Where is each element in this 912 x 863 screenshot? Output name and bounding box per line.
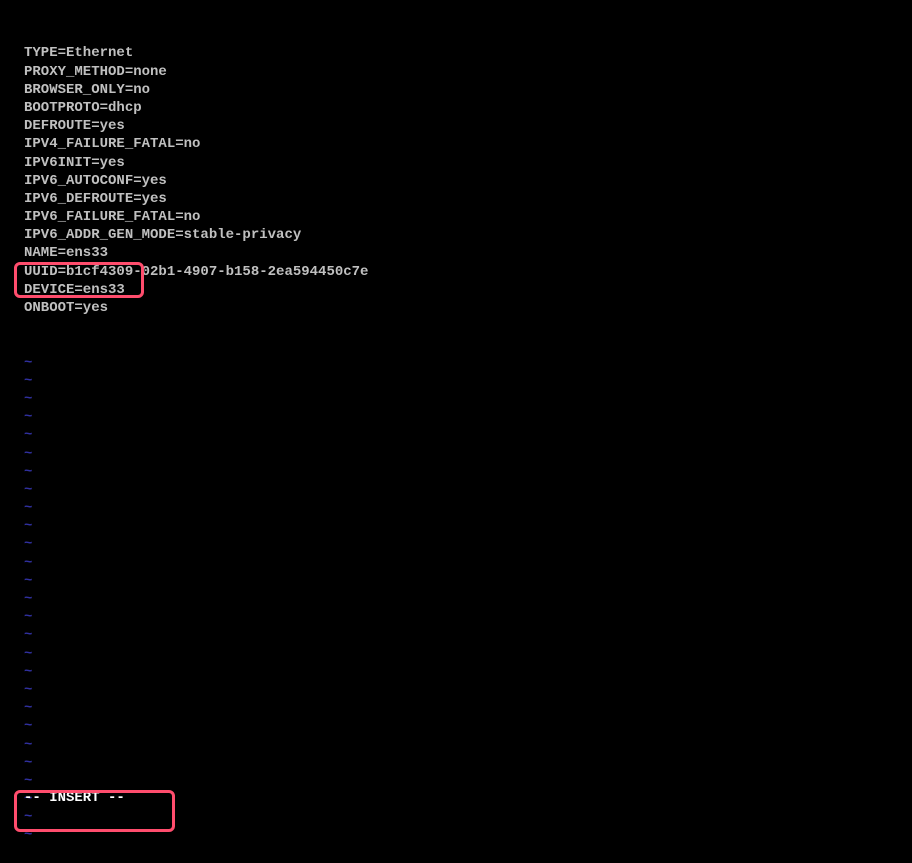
config-line[interactable]: DEVICE=ens33 — [24, 281, 912, 299]
empty-line-marker: ~ — [24, 590, 912, 608]
empty-line-marker: ~ — [24, 608, 912, 626]
config-line[interactable]: IPV6INIT=yes — [24, 154, 912, 172]
empty-line-marker: ~ — [24, 535, 912, 553]
empty-line-marker: ~ — [24, 808, 912, 826]
empty-line-marker: ~ — [24, 681, 912, 699]
empty-line-marker: ~ — [24, 754, 912, 772]
empty-line-marker: ~ — [24, 790, 912, 808]
empty-line-marker: ~ — [24, 663, 912, 681]
config-line[interactable]: IPV6_DEFROUTE=yes — [24, 190, 912, 208]
config-line[interactable]: DEFROUTE=yes — [24, 117, 912, 135]
empty-line-marker: ~ — [24, 626, 912, 644]
empty-line-marker: ~ — [24, 517, 912, 535]
config-line[interactable]: NAME=ens33 — [24, 244, 912, 262]
empty-line-marker: ~ — [24, 408, 912, 426]
config-line[interactable]: BROWSER_ONLY=no — [24, 81, 912, 99]
config-line[interactable]: IPV6_AUTOCONF=yes — [24, 172, 912, 190]
empty-line-marker: ~ — [24, 390, 912, 408]
file-content[interactable]: TYPE=EthernetPROXY_METHOD=noneBROWSER_ON… — [24, 44, 912, 317]
empty-line-marker: ~ — [24, 699, 912, 717]
empty-line-marker: ~ — [24, 572, 912, 590]
empty-line-marker: ~ — [24, 481, 912, 499]
empty-line-marker: ~ — [24, 354, 912, 372]
empty-line-marker: ~ — [24, 426, 912, 444]
config-line[interactable]: ONBOOT=yes — [24, 299, 912, 317]
empty-line-marker: ~ — [24, 717, 912, 735]
empty-line-marker: ~ — [24, 445, 912, 463]
vim-mode-indicator: -- INSERT -- — [24, 789, 125, 807]
empty-line-marker: ~ — [24, 372, 912, 390]
empty-line-marker: ~ — [24, 772, 912, 790]
empty-line-marker: ~ — [24, 554, 912, 572]
empty-line-marker: ~ — [24, 645, 912, 663]
config-line[interactable]: TYPE=Ethernet — [24, 44, 912, 62]
config-line[interactable]: BOOTPROTO=dhcp — [24, 99, 912, 117]
config-line[interactable]: UUID=b1cf4309-02b1-4907-b158-2ea594450c7… — [24, 263, 912, 281]
empty-lines: ~~~~~~~~~~~~~~~~~~~~~~~~~~~ — [24, 354, 912, 845]
config-line[interactable]: PROXY_METHOD=none — [24, 63, 912, 81]
config-line[interactable]: IPV6_ADDR_GEN_MODE=stable-privacy — [24, 226, 912, 244]
config-line[interactable]: IPV4_FAILURE_FATAL=no — [24, 135, 912, 153]
empty-line-marker: ~ — [24, 736, 912, 754]
empty-line-marker: ~ — [24, 826, 912, 844]
empty-line-marker: ~ — [24, 463, 912, 481]
terminal-editor[interactable]: TYPE=EthernetPROXY_METHOD=noneBROWSER_ON… — [0, 0, 912, 863]
empty-line-marker: ~ — [24, 499, 912, 517]
config-line[interactable]: IPV6_FAILURE_FATAL=no — [24, 208, 912, 226]
